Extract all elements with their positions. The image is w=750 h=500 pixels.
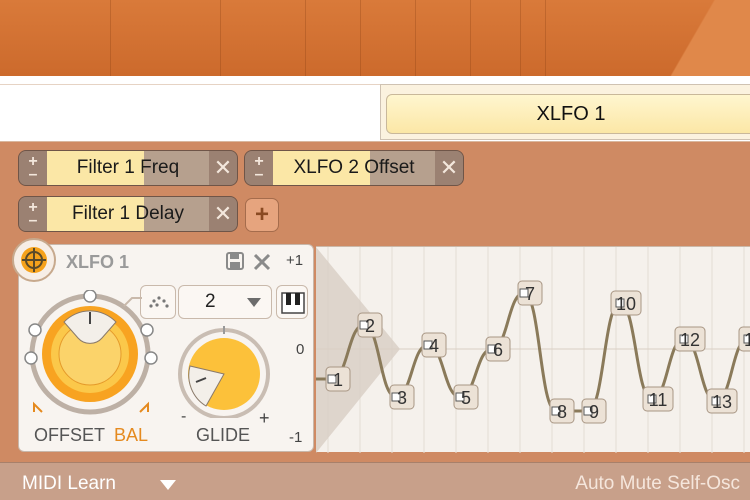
step-node-10[interactable]: 10 [610, 290, 642, 316]
step-label: 9 [589, 402, 599, 422]
glide-knob[interactable] [176, 326, 272, 418]
banner-stripe [305, 0, 306, 76]
step-label: 8 [557, 402, 567, 422]
step-label: 2 [365, 316, 375, 336]
target-icon [21, 247, 47, 273]
banner-stripe [110, 0, 111, 76]
plus-minus-button[interactable]: + – [19, 197, 47, 231]
close-icon: ✕ [213, 201, 233, 226]
step-label: 4 [429, 336, 439, 356]
step-node-13[interactable]: 13 [706, 388, 738, 414]
midi-learn-button[interactable]: MIDI Learn [22, 473, 116, 495]
step-label: 10 [616, 294, 636, 314]
chevron-down-icon [247, 298, 261, 307]
step-node-7[interactable]: 7 [517, 280, 543, 306]
plus-minus-button[interactable]: + – [19, 151, 47, 185]
minus-icon: – [28, 166, 38, 183]
y-axis-label-top: +1 [286, 252, 304, 269]
step-node-8[interactable]: 8 [549, 398, 575, 424]
piano-keys-icon [281, 292, 305, 314]
power-button[interactable] [12, 238, 56, 282]
mod-slot-label[interactable]: Filter 1 Freq [47, 151, 209, 185]
mod-slot-label[interactable]: Filter 1 Delay [47, 197, 209, 231]
close-icon: ✕ [439, 155, 459, 180]
step-node-14[interactable]: 14 [738, 326, 750, 352]
banner-stripe [220, 0, 221, 76]
step-label: 14 [744, 330, 750, 350]
auto-mute-self-osc[interactable]: Auto Mute Self-Osc [575, 473, 740, 495]
step-label: 5 [461, 388, 471, 408]
banner-diagonal [640, 0, 750, 76]
mod-slot-xlfo-2-offset: + – XLFO 2 Offset ✕ [244, 150, 464, 186]
plus-icon: + [254, 201, 269, 228]
glide-label: GLIDE [196, 425, 251, 445]
add-mod-slot-button[interactable]: + [245, 198, 279, 232]
close-icon: ✕ [213, 155, 233, 180]
tab-xlfo-1[interactable]: XLFO 1 [386, 94, 750, 134]
step-label: 11 [649, 390, 668, 410]
plus-minus-button[interactable]: + – [245, 151, 273, 185]
step-node-5[interactable]: 5 [453, 384, 479, 410]
save-icon[interactable] [226, 252, 244, 270]
divider [0, 84, 380, 85]
loop-start-marker[interactable] [316, 247, 400, 453]
bal-label[interactable]: BAL [114, 425, 148, 446]
step-label: 6 [493, 340, 503, 360]
step-node-12[interactable]: 12 [674, 326, 706, 352]
chevron-down-icon[interactable] [160, 480, 176, 490]
banner-stripe [545, 0, 546, 76]
step-node-2[interactable]: 2 [357, 312, 383, 338]
step-node-9[interactable]: 9 [581, 398, 607, 424]
minus-icon: – [254, 166, 264, 183]
banner-stripe [520, 0, 521, 76]
offset-label: OFFSET [34, 425, 105, 445]
lfo-waveform[interactable]: 1234567891011121314 [316, 247, 750, 453]
step-label: 7 [525, 284, 535, 304]
step-label: 12 [680, 330, 700, 350]
remove-slot-button[interactable]: ✕ [435, 151, 463, 185]
remove-slot-button[interactable]: ✕ [209, 151, 237, 185]
lfo-title: XLFO 1 [66, 252, 130, 272]
step-node-4[interactable]: 4 [421, 332, 447, 358]
y-axis-label-mid: 0 [296, 341, 305, 358]
offset-knob[interactable] [24, 290, 164, 420]
step-label: 3 [397, 388, 407, 408]
mod-slot-filter-1-delay: + – Filter 1 Delay ✕ [18, 196, 238, 232]
mod-slot-filter-1-freq: + – Filter 1 Freq ✕ [18, 150, 238, 186]
step-node-6[interactable]: 6 [485, 336, 511, 362]
banner-stripe [360, 0, 361, 76]
steps-value: 2 [205, 291, 216, 312]
glide-minus-label: - [181, 408, 187, 425]
step-node-1[interactable]: 1 [325, 366, 351, 392]
close-icon[interactable] [252, 252, 272, 272]
y-axis-label-bottom: -1 [289, 429, 303, 446]
keyboard-sync-button[interactable] [276, 285, 308, 319]
step-label: 1 [333, 370, 343, 390]
remove-slot-button[interactable]: ✕ [209, 197, 237, 231]
step-node-11[interactable]: 11 [642, 386, 674, 412]
glide-plus-label: + [259, 408, 270, 428]
banner-stripe [415, 0, 416, 76]
banner-stripe [470, 0, 471, 76]
mod-slot-label[interactable]: XLFO 2 Offset [273, 151, 435, 185]
lfo-step-graph[interactable]: 1234567891011121314 [316, 246, 750, 453]
top-banner [0, 0, 750, 76]
step-node-3[interactable]: 3 [389, 384, 415, 410]
step-label: 13 [712, 392, 732, 412]
steps-select[interactable]: 2 [178, 285, 272, 319]
minus-icon: – [28, 212, 38, 229]
